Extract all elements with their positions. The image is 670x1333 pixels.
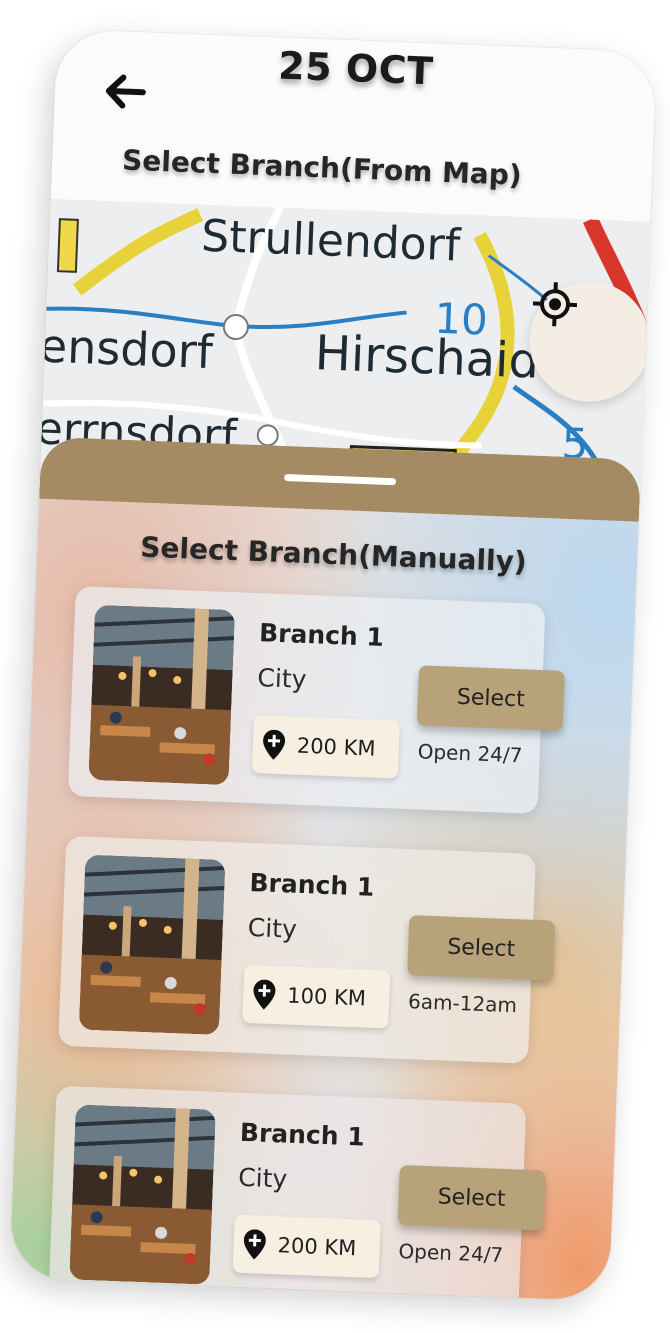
manual-section-title: Select Branch(Manually) xyxy=(139,530,528,579)
distance-value: 200 KM xyxy=(296,733,376,761)
crosshair-icon xyxy=(532,282,578,327)
branch-city: City xyxy=(237,1162,288,1194)
distance-value: 100 KM xyxy=(286,983,367,1011)
map-label-route-10: 10 xyxy=(433,293,489,345)
branch-card[interactable]: Branch 1 City Select 200 KM Open 24/7 xyxy=(48,1085,546,1302)
opening-hours: Open 24/7 xyxy=(417,739,523,768)
back-button[interactable] xyxy=(94,60,156,122)
map-label-ensdorf: ensdorf xyxy=(39,318,214,380)
map-label-strullendorf: Strullendorf xyxy=(200,210,462,272)
distance-value: 200 KM xyxy=(277,1233,357,1261)
select-branch-button[interactable]: Select xyxy=(407,915,556,981)
branch-photo xyxy=(69,1104,216,1285)
opening-hours: Open 24/7 xyxy=(398,1238,504,1267)
select-branch-button[interactable]: Select xyxy=(416,665,565,731)
map-label-hirschaid: Hirschaid xyxy=(313,325,541,390)
branch-name: Branch 1 xyxy=(239,1117,366,1152)
distance-chip: 200 KM xyxy=(251,715,400,779)
branch-name: Branch 1 xyxy=(258,618,385,652)
branch-list: Branch 1 City Select 200 KM Open 24/7 Br… xyxy=(47,586,565,1302)
branch-card[interactable]: Branch 1 City Select 100 KM 6am-12am xyxy=(58,835,556,1064)
location-pin-plus-icon xyxy=(263,729,286,760)
sheet-drag-handle[interactable] xyxy=(284,473,397,486)
branch-photo xyxy=(78,854,226,1035)
location-pin-plus-icon xyxy=(253,979,276,1010)
map-section-title: Select Branch(From Map) xyxy=(121,143,523,192)
distance-chip: 200 KM xyxy=(232,1214,381,1279)
select-branch-button[interactable]: Select xyxy=(397,1164,546,1231)
branch-name: Branch 1 xyxy=(249,867,375,902)
opening-hours: 6am-12am xyxy=(407,989,518,1018)
branch-city: City xyxy=(247,912,298,944)
location-pin-plus-icon xyxy=(243,1229,266,1260)
distance-chip: 100 KM xyxy=(242,964,391,1029)
arrow-left-icon xyxy=(105,74,146,109)
branch-card[interactable]: Branch 1 City Select 200 KM Open 24/7 xyxy=(67,586,565,814)
branch-city: City xyxy=(256,663,307,694)
phone-screen: 25 OCT Select Branch(From Map) Strullend… xyxy=(9,28,657,1302)
branch-photo xyxy=(88,604,236,786)
branch-bottom-sheet: Select Branch(Manually) Branch 1 City Se… xyxy=(9,436,642,1302)
